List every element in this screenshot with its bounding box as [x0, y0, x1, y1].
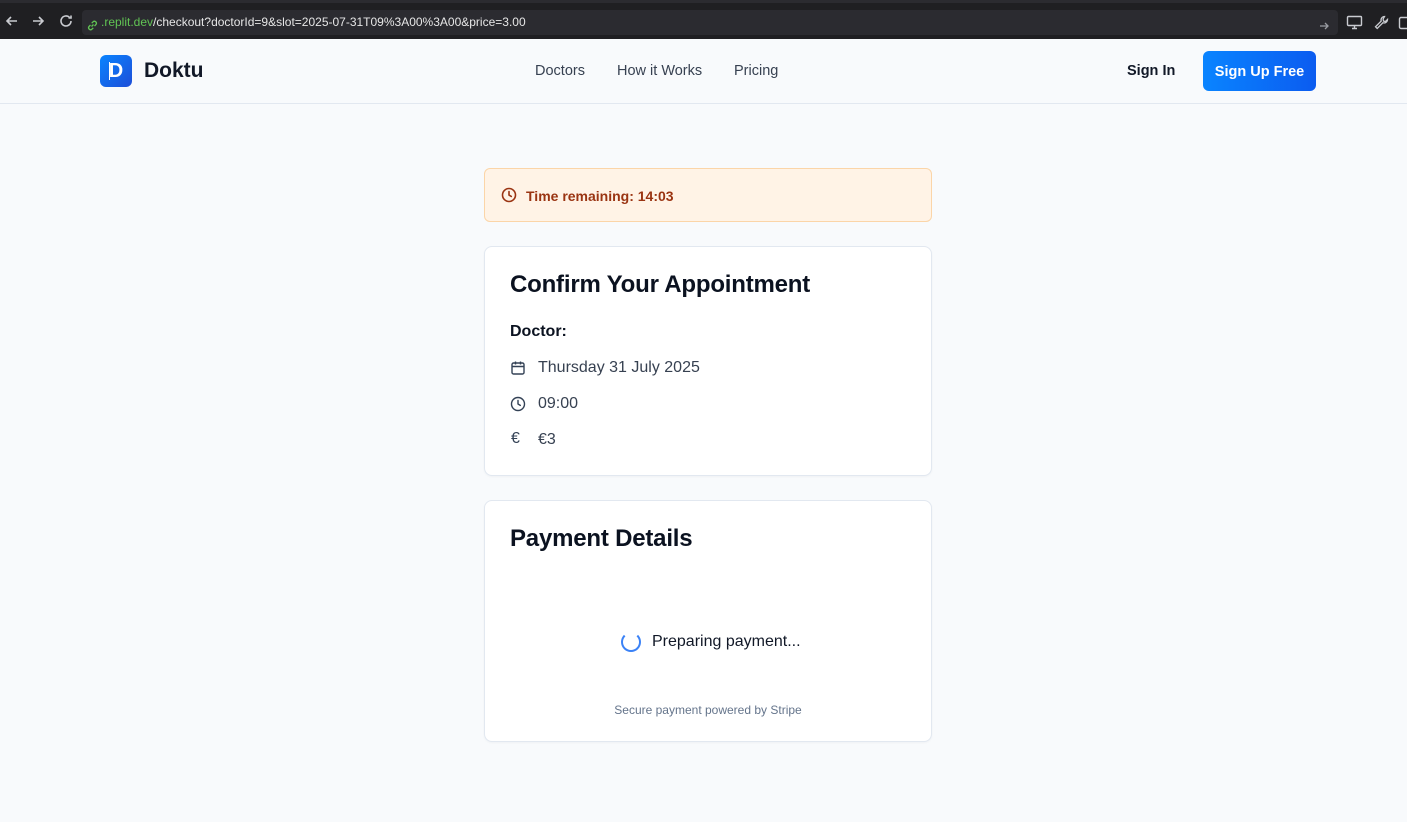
- screen-cast-icon[interactable]: [1346, 14, 1363, 31]
- url-host: .replit.dev: [101, 15, 154, 29]
- nav-link-doctors[interactable]: Doctors: [535, 63, 585, 79]
- reload-icon[interactable]: [58, 13, 76, 31]
- site-header: D Doktu Doctors How it Works Pricing Sig…: [0, 39, 1407, 104]
- wrench-icon[interactable]: [1373, 14, 1390, 31]
- appointment-title: Confirm Your Appointment: [510, 271, 811, 298]
- calendar-icon: [510, 360, 526, 376]
- browser-toolbar: .replit.dev/checkout?doctorId=9&slot=202…: [0, 0, 1407, 39]
- loading-spinner-icon: [621, 632, 641, 652]
- open-external-icon[interactable]: [1398, 14, 1407, 31]
- appointment-date: Thursday 31 July 2025: [538, 359, 700, 376]
- secure-payment-note: Secure payment powered by Stripe: [614, 703, 802, 717]
- appointment-price: €3: [538, 431, 556, 448]
- nav-link-pricing[interactable]: Pricing: [734, 63, 778, 79]
- clock-icon: [501, 187, 517, 203]
- time-remaining-banner: Time remaining: 14:03: [484, 168, 932, 222]
- back-arrow-icon[interactable]: [4, 13, 22, 31]
- logo-letter: D: [108, 60, 124, 82]
- address-bar[interactable]: .replit.dev/checkout?doctorId=9&slot=202…: [82, 10, 1338, 35]
- brand-name[interactable]: Doktu: [144, 59, 204, 83]
- nav-link-how-it-works[interactable]: How it Works: [617, 63, 702, 79]
- payment-title: Payment Details: [510, 525, 693, 552]
- sign-up-button[interactable]: Sign Up Free: [1203, 51, 1316, 91]
- link-icon: [86, 16, 99, 31]
- appointment-card: Confirm Your Appointment Doctor: Thursda…: [484, 246, 932, 476]
- sign-in-link[interactable]: Sign In: [1127, 63, 1175, 79]
- logo-badge[interactable]: D: [100, 55, 132, 87]
- forward-arrow-icon[interactable]: [30, 13, 48, 31]
- payment-status: Preparing payment...: [652, 633, 801, 650]
- doctor-label: Doctor:: [510, 323, 567, 340]
- clock-icon: [510, 396, 526, 412]
- time-remaining-text: Time remaining: 14:03: [526, 188, 674, 204]
- url-path: /checkout?doctorId=9&slot=2025-07-31T09%…: [153, 15, 526, 29]
- go-arrow-icon[interactable]: [1318, 16, 1330, 30]
- payment-card: Payment Details Preparing payment... Sec…: [484, 500, 932, 742]
- euro-icon: €: [511, 430, 520, 447]
- appointment-time: 09:00: [538, 395, 579, 412]
